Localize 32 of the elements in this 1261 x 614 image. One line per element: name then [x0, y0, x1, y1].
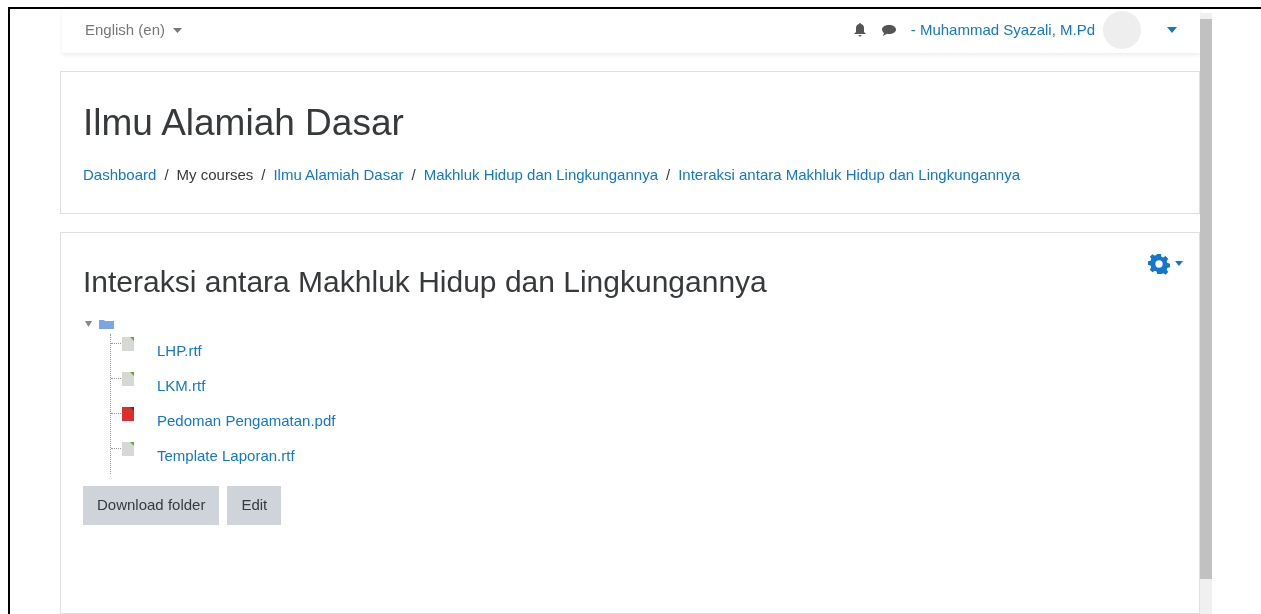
breadcrumb-link[interactable]: Dashboard [83, 164, 157, 187]
chat-icon[interactable] [880, 23, 897, 37]
user-menu[interactable]: - Muhammad Syazali, M.Pd [910, 11, 1141, 49]
settings-icon [1148, 252, 1170, 275]
breadcrumb-text: My courses [176, 165, 254, 186]
expand-triangle-icon[interactable] [85, 320, 92, 327]
document-file-icon [121, 371, 135, 388]
folder-icon [98, 317, 115, 330]
file-link[interactable]: Template Laporan.rtf [157, 445, 295, 468]
course-title: Ilmu Alamiah Dasar [83, 101, 405, 145]
download-folder-button[interactable]: Download folder [83, 485, 220, 525]
folder-title: Interaksi antara Makhluk Hidup dan Lingkungannya [83, 263, 767, 300]
caret-icon [173, 27, 183, 33]
breadcrumb-separator: / [164, 165, 169, 186]
breadcrumb-link[interactable]: Interaksi antara Makhluk Hidup dan Lingkungannya [678, 164, 1021, 187]
pdf-file-icon [121, 406, 135, 423]
file-link[interactable]: LKM.rtf [157, 375, 206, 398]
edit-button[interactable]: Edit [227, 485, 282, 525]
breadcrumb-separator: / [411, 165, 416, 186]
document-file-icon [121, 336, 135, 353]
breadcrumb-link[interactable]: Makhluk Hidup dan Lingkungannya [423, 164, 658, 187]
breadcrumb-link[interactable]: Ilmu Alamiah Dasar [273, 164, 404, 187]
settings-menu[interactable] [1148, 252, 1183, 275]
file-link[interactable]: LHP.rtf [157, 340, 202, 363]
caret-icon[interactable] [1167, 27, 1177, 33]
breadcrumb-separator: / [666, 165, 671, 186]
file-link[interactable]: Pedoman Pengamatan.pdf [157, 410, 336, 433]
document-file-icon [121, 441, 135, 458]
breadcrumb-separator: / [261, 165, 266, 186]
bell-icon[interactable] [852, 23, 867, 37]
language-menu[interactable]: English (en) [85, 18, 183, 42]
caret-icon [1175, 261, 1183, 267]
